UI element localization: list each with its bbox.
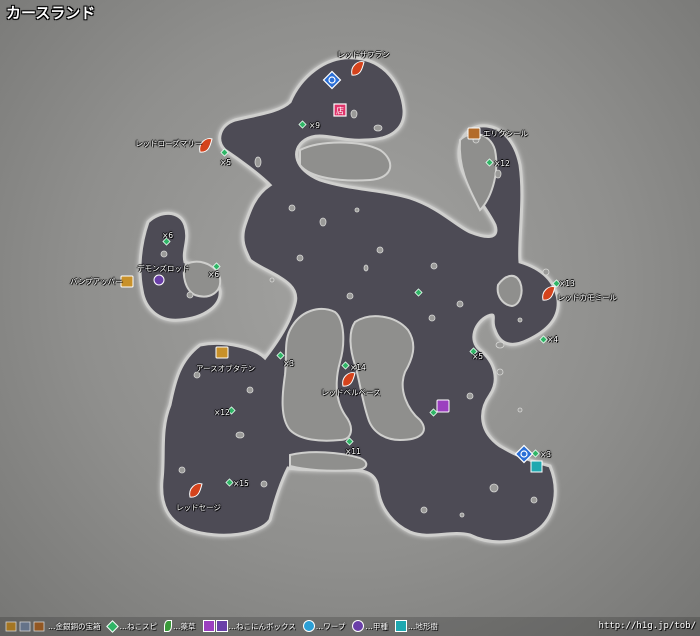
map-stage: 店 カースランド レッドサフラン ×9 レッドローズマリー ×5 エリクシール …: [0, 0, 700, 636]
label-red-chamomile: レッドカモミール: [557, 293, 617, 302]
legend-nekosupi-icon: [105, 619, 119, 633]
label-red-saffron: レッドサフラン: [337, 50, 390, 59]
rock: [517, 317, 523, 323]
label-x14: ×14: [350, 363, 366, 372]
legend-chest-label: …金銀銅の宝箱: [48, 621, 101, 631]
label-x12-sw: ×12: [214, 408, 230, 417]
rock: [376, 246, 384, 254]
label-x3-mid: ×3: [283, 359, 295, 368]
label-vampire-tusk: バンプアッパー: [70, 277, 123, 286]
label-red-rosemary: レッドローズマリー: [135, 139, 203, 148]
rock: [456, 300, 464, 308]
rock: [530, 496, 538, 504]
rock: [269, 277, 275, 283]
legend: …金銀銅の宝箱 …ねこスピ …薬草 …ねこにんボックス …ワープ …甲種 …地形…: [48, 619, 439, 633]
legend-herb-icon: [164, 620, 172, 632]
rock: [354, 207, 360, 213]
rock: [319, 217, 327, 227]
label-demon-scroll: デモンズロッド: [137, 264, 190, 273]
rock: [235, 431, 245, 439]
rock: [428, 314, 436, 322]
rock: [373, 124, 383, 132]
legend-armor-icon: [352, 620, 365, 632]
legend-box-icon-2: [215, 620, 228, 632]
label-x6-w: ×6: [162, 231, 174, 240]
rock: [459, 512, 465, 518]
nekosupi-icon[interactable]: [539, 335, 548, 344]
label-x11: ×11: [345, 447, 361, 456]
rock: [496, 368, 504, 376]
rock: [296, 254, 304, 262]
label-earth-orb: アースオブタテン: [196, 364, 256, 373]
armor-icon[interactable]: [153, 274, 165, 286]
label-x3-se: ×3: [540, 450, 552, 459]
rock: [363, 264, 369, 272]
label-red-sage: レッドセージ: [176, 503, 221, 512]
shop-glyph: 店: [336, 106, 344, 116]
legend-tree-icon: [394, 620, 407, 632]
tree-icon[interactable]: [530, 460, 543, 473]
label-x15: ×15: [233, 479, 249, 488]
rock: [420, 506, 428, 514]
legend-armor-label: …甲種: [365, 621, 388, 631]
shop-icon[interactable]: 店: [333, 103, 347, 117]
nekonin-box-icon[interactable]: [436, 399, 450, 413]
label-x5-nw: ×5: [220, 158, 232, 167]
rock: [254, 156, 262, 168]
legend-warp-icon: [302, 620, 315, 632]
legend-warp-label: …ワープ: [315, 621, 346, 631]
label-x6-mid: ×6: [208, 270, 220, 279]
label-x9: ×9: [309, 121, 321, 130]
label-x5-c: ×5: [472, 352, 484, 361]
legend-tree-label: …地形樹: [407, 621, 438, 631]
rock: [350, 109, 358, 119]
rock: [288, 204, 296, 212]
rock: [489, 483, 499, 493]
chest-icon[interactable]: [467, 127, 481, 140]
label-red-bellpepper: レッドベルペース: [321, 388, 381, 397]
label-x12-ne: ×12: [494, 159, 510, 168]
chest-icon[interactable]: [215, 346, 229, 359]
map-canvas: 店: [5, 56, 561, 632]
rock: [160, 250, 168, 258]
legend-box-label: …ねこにんボックス: [228, 621, 296, 631]
rock: [542, 268, 550, 276]
map-title: カースランド: [6, 4, 96, 22]
label-x13: ×13: [559, 279, 575, 288]
credit-url[interactable]: http://h1g.jp/tob/: [598, 621, 696, 631]
legend-herb-label: …薬草: [173, 621, 196, 631]
rock: [346, 292, 354, 300]
rock: [178, 466, 186, 474]
label-elixir-seal: エリクシール: [483, 129, 528, 138]
nekosupi-icon[interactable]: [531, 449, 540, 458]
rock: [517, 407, 523, 413]
label-x4: ×4: [547, 335, 559, 344]
legend-nekosupi-label: …ねこスピ: [119, 621, 158, 631]
rock: [495, 341, 505, 349]
rock: [430, 262, 438, 270]
rock: [494, 169, 502, 179]
legend-box-icon-1: [202, 620, 215, 632]
rock: [466, 392, 474, 400]
rock: [246, 386, 254, 394]
rock: [260, 480, 268, 488]
rock: [186, 291, 194, 299]
hole-north: [299, 141, 392, 182]
